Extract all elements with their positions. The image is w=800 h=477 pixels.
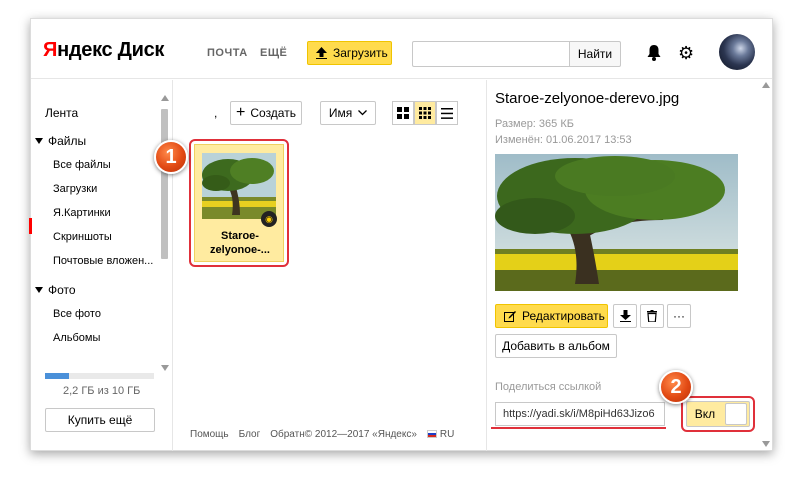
footer: Помощь Блог Обратн© 2012—2017 «Яндекс» RU	[190, 429, 464, 440]
share-link-label: Поделиться ссылкой	[495, 381, 602, 393]
active-indicator	[29, 218, 32, 234]
sort-dropdown[interactable]: Имя	[320, 101, 376, 125]
toggle-knob[interactable]	[725, 403, 747, 425]
triangle-down-icon	[35, 138, 43, 144]
nav-mail[interactable]: ПОЧТА	[207, 47, 248, 59]
sidebar-item-feed[interactable]: Лента	[45, 106, 78, 120]
highlight-link-underline	[491, 427, 666, 429]
bell-icon[interactable]	[647, 45, 661, 61]
sidebar-section-files[interactable]: Файлы	[35, 134, 86, 148]
share-toggle-label: Вкл	[694, 407, 716, 421]
search-button[interactable]: Найти	[569, 41, 621, 67]
sidebar-item-albums[interactable]: Альбомы	[53, 332, 100, 344]
storage-text: 2,2 ГБ из 10 ГБ	[63, 385, 141, 397]
panel-scrollbar[interactable]	[761, 80, 771, 451]
sidebar-item-downloads[interactable]: Загрузки	[53, 183, 97, 195]
scroll-down-icon[interactable]	[161, 365, 169, 371]
view-list-button[interactable]	[436, 101, 458, 125]
ellipsis-icon: ···	[673, 309, 685, 323]
add-to-album-button[interactable]: Добавить в альбом	[495, 334, 617, 358]
edit-button[interactable]: Редактировать	[495, 304, 608, 328]
toolbar-comma: ,	[214, 106, 218, 120]
download-button[interactable]	[613, 304, 637, 328]
sidebar-item-all-photos[interactable]: Все фото	[53, 308, 101, 320]
list-icon	[441, 107, 453, 119]
sidebar-section-files-label: Файлы	[48, 134, 87, 148]
view-large-tiles-button[interactable]	[392, 101, 414, 125]
upload-icon	[316, 47, 327, 59]
file-size: Размер: 365 КБ	[495, 118, 574, 130]
file-title: Staroe-zelyonoe-derevo.jpg	[495, 90, 680, 107]
scroll-thumb[interactable]	[161, 109, 168, 259]
upload-label: Загрузить	[333, 46, 388, 60]
file-modified: Изменён: 01.06.2017 13:53	[495, 134, 632, 146]
footer-copyright: © 2012—2017 «Яндекс»	[304, 429, 417, 440]
search-input[interactable]	[412, 41, 570, 67]
plus-icon: +	[236, 104, 246, 121]
triangle-down-icon	[35, 287, 43, 293]
sidebar-scrollbar[interactable]	[160, 93, 170, 373]
view-small-tiles-button[interactable]	[414, 101, 436, 125]
gear-icon[interactable]: ⚙	[678, 44, 694, 62]
app-header: Яндекс Диск ПОЧТА ЕЩЁ Загрузить Найти ⚙	[31, 19, 772, 79]
share-link-field[interactable]: https://yadi.sk/i/M8piHd63Jizo6	[495, 402, 665, 426]
file-area: , + Создать Имя ◉ Staroe- zelyonoe-... 1…	[154, 80, 485, 451]
scroll-down-icon[interactable]	[762, 441, 770, 447]
storage-bar	[45, 373, 154, 379]
create-label: Создать	[250, 106, 296, 120]
more-actions-button[interactable]: ···	[667, 304, 691, 328]
sidebar-item-all-files[interactable]: Все файлы	[53, 159, 111, 171]
buy-more-button[interactable]: Купить ещё	[45, 408, 155, 432]
logo-disk: Диск	[117, 39, 165, 61]
footer-help-link[interactable]: Помощь	[190, 429, 229, 440]
avatar[interactable]	[719, 34, 755, 70]
yandex-disk-logo[interactable]: Яндекс Диск	[43, 39, 164, 62]
step-badge-1: 1	[154, 140, 188, 174]
trash-icon	[647, 310, 657, 322]
footer-blog-link[interactable]: Блог	[239, 429, 261, 440]
sidebar-item-mail-attachments[interactable]: Почтовые вложен...	[53, 255, 153, 267]
upload-button[interactable]: Загрузить	[307, 41, 392, 65]
footer-lang[interactable]: RU	[440, 429, 454, 440]
sidebar-section-photo[interactable]: Фото	[35, 283, 76, 297]
create-button[interactable]: + Создать	[230, 101, 302, 125]
share-toggle[interactable]: Вкл	[686, 401, 750, 427]
sidebar-section-photo-label: Фото	[48, 283, 76, 297]
delete-button[interactable]	[640, 304, 664, 328]
panel-divider	[486, 80, 487, 451]
sidebar-item-screenshots[interactable]: Скриншоты	[53, 231, 112, 243]
step-badge-2: 2	[659, 370, 693, 404]
scroll-up-icon[interactable]	[161, 95, 169, 101]
download-icon	[619, 310, 631, 322]
file-details-panel: Staroe-zelyonoe-derevo.jpg Размер: 365 К…	[486, 80, 772, 451]
pencil-icon	[504, 311, 516, 322]
file-preview[interactable]	[495, 154, 738, 291]
small-tiles-icon	[419, 107, 431, 119]
large-tiles-icon	[397, 107, 409, 119]
highlight-file-outline	[189, 139, 289, 267]
sidebar-item-yandex-images[interactable]: Я.Картинки	[53, 207, 111, 219]
footer-feedback-link[interactable]: Обратн	[270, 429, 305, 440]
storage-fill	[45, 373, 69, 379]
edit-label: Редактировать	[522, 309, 605, 323]
scroll-up-icon[interactable]	[762, 82, 770, 88]
tree-preview-image	[495, 154, 738, 291]
nav-more[interactable]: ЕЩЁ	[260, 47, 287, 59]
chevron-down-icon	[358, 110, 368, 116]
logo-letter: Я	[43, 39, 58, 61]
flag-ru-icon[interactable]	[426, 430, 437, 438]
sidebar: Лента Файлы Все файлы Загрузки Я.Картинк…	[29, 80, 173, 451]
sort-label: Имя	[328, 106, 353, 120]
browser-window: Яндекс Диск ПОЧТА ЕЩЁ Загрузить Найти ⚙ …	[29, 18, 773, 451]
logo-yandex: ндекс	[57, 39, 113, 61]
